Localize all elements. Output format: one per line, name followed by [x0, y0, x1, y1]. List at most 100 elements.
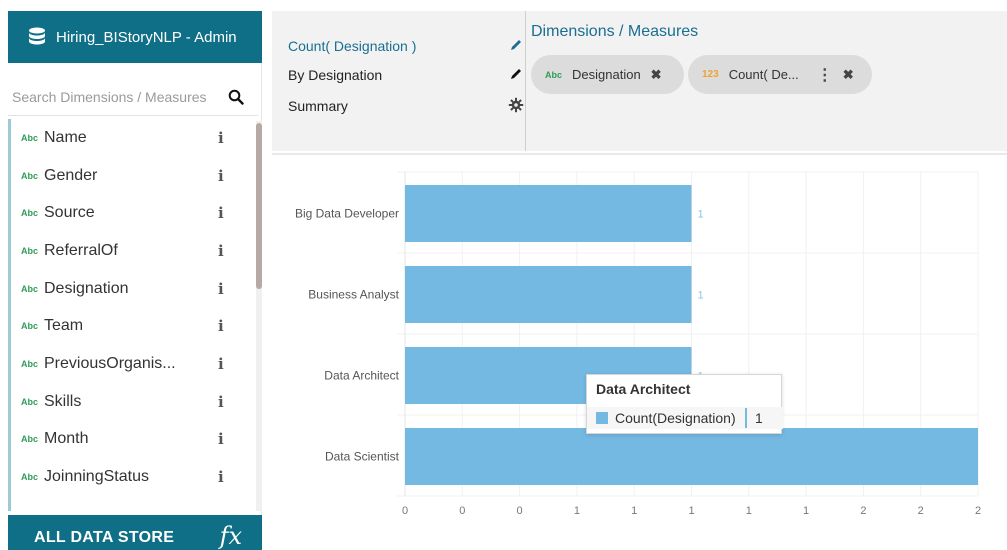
x-tick-label: 1 [803, 505, 809, 517]
field-item-source[interactable]: Abc Source i [11, 194, 254, 232]
info-icon[interactable]: i [218, 242, 224, 260]
tooltip-row: Count(Designation) 1 [587, 407, 783, 429]
bar [405, 428, 978, 485]
dimension-type-tag: Abc [21, 208, 39, 219]
sidebar-scrollbar-thumb[interactable] [256, 123, 262, 289]
field-name: JoinningStatus [44, 468, 149, 486]
category-label: Data Scientist [325, 450, 400, 464]
pill-name: Count( De... [728, 67, 799, 82]
dimensions-measures-panel: Dimensions / Measures Abc Designation ✖ … [531, 11, 1007, 151]
pencil-icon[interactable] [508, 66, 524, 82]
category-label: Big Data Developer [295, 207, 399, 221]
field-name: ReferralOf [44, 241, 118, 259]
data-label: 1 [698, 290, 704, 302]
bar [405, 185, 692, 242]
info-icon[interactable]: i [218, 468, 224, 486]
x-tick-label: 0 [517, 505, 523, 517]
search-icon[interactable] [228, 89, 244, 105]
chart-tooltip: Data Architect Count(Designation) 1 [586, 374, 783, 434]
info-icon[interactable]: i [218, 204, 224, 222]
info-icon[interactable]: i [218, 280, 224, 298]
viz-settings: Count( Designation ) By Designation Summ… [272, 11, 526, 151]
dimension-type-tag: Abc [21, 472, 39, 483]
search-underline [8, 115, 258, 116]
bar-chart: Big Data Developer 1Business Analyst 1Data… [295, 171, 981, 517]
info-icon[interactable]: i [218, 167, 224, 185]
field-item-joinningstatus[interactable]: Abc JoinningStatus i [11, 458, 254, 496]
info-icon[interactable]: i [218, 355, 224, 373]
close-icon[interactable]: ✖ [651, 67, 662, 83]
summary-row[interactable]: Summary [288, 95, 524, 117]
sidebar: Hiring_BIStoryNLP - Admin Abc Name i Abc… [8, 11, 262, 550]
all-data-store-bar[interactable]: ALL DATA STORE fx [8, 515, 262, 550]
x-tick-label: 2 [860, 505, 866, 517]
x-tick-label: 0 [459, 505, 465, 517]
count-designation-pill[interactable]: 123 Count( De... ⋮ ✖ [688, 55, 872, 94]
field-item-referralof[interactable]: Abc ReferralOf i [11, 232, 254, 270]
series-swatch [596, 412, 608, 424]
app-root: Hiring_BIStoryNLP - Admin Abc Name i Abc… [0, 0, 1007, 550]
tooltip-separator [745, 408, 747, 428]
field-item-skills[interactable]: Abc Skills i [11, 383, 254, 421]
x-tick-label: 2 [975, 505, 981, 517]
field-item-previousorganisation[interactable]: Abc PreviousOrganis... i [11, 345, 254, 383]
measure-row[interactable]: Count( Designation ) [288, 35, 521, 57]
formula-icon[interactable]: fx [220, 522, 242, 550]
dimension-type-tag: Abc [21, 170, 39, 181]
field-name: PreviousOrganis... [44, 354, 176, 372]
database-icon [29, 27, 45, 45]
pill-name: Designation [572, 67, 641, 82]
field-name: Skills [44, 392, 82, 410]
field-name: Gender [44, 166, 98, 184]
x-tick-label: 1 [574, 505, 580, 517]
dimension-type-tag: Abc [21, 132, 39, 143]
datastore-title: Hiring_BIStoryNLP - Admin [56, 28, 237, 46]
search-row [8, 83, 262, 111]
tooltip-value: 1 [755, 410, 763, 426]
bar [405, 266, 692, 323]
field-name: Designation [44, 279, 129, 297]
info-icon[interactable]: i [218, 317, 224, 335]
dimension-type-tag: Abc [21, 358, 39, 369]
chart-area: Big Data Developer 1 Business Analyst 1 Data… [272, 158, 1007, 550]
dimension-type-tag: Abc [21, 283, 39, 294]
info-icon[interactable]: i [218, 129, 224, 147]
dimensions-measures-title: Dimensions / Measures [531, 23, 699, 40]
summary-label: Summary [288, 98, 348, 114]
dimension-type-tag: Abc [21, 434, 39, 445]
tooltip-title: Data Architect [596, 381, 691, 397]
field-item-gender[interactable]: Abc Gender i [11, 157, 254, 195]
info-icon[interactable]: i [218, 393, 224, 411]
sidebar-header[interactable]: Hiring_BIStoryNLP - Admin [8, 11, 262, 63]
field-name: Name [44, 128, 87, 146]
dimension-type-tag: Abc [21, 396, 39, 407]
info-icon[interactable]: i [218, 430, 224, 448]
panel-divider [272, 153, 1007, 155]
dimension-type-tag: Abc [21, 321, 39, 332]
data-label: 1 [698, 209, 704, 221]
close-icon[interactable]: ✖ [843, 67, 854, 83]
category-label: Business Analyst [308, 288, 399, 302]
measure-label: Count( Designation ) [288, 38, 417, 54]
pencil-icon[interactable] [508, 37, 524, 53]
x-tick-label: 0 [402, 505, 408, 517]
search-input[interactable] [12, 89, 226, 105]
gear-icon[interactable] [508, 97, 524, 113]
x-tick-label: 1 [746, 505, 752, 517]
field-item-month[interactable]: Abc Month i [11, 421, 254, 459]
tooltip-series-name: Count(Designation) [615, 410, 736, 426]
field-item-designation[interactable]: Abc Designation i [11, 270, 254, 308]
field-item-team[interactable]: Abc Team i [11, 307, 254, 345]
all-data-store-label: ALL DATA STORE [34, 529, 175, 546]
designation-pill[interactable]: Abc Designation ✖ [531, 55, 684, 94]
config-panel: Count( Designation ) By Designation Summ… [272, 11, 1007, 151]
dimension-row[interactable]: By Designation [288, 64, 521, 86]
dimension-type-tag: Abc [21, 245, 39, 256]
x-tick-label: 1 [688, 505, 694, 517]
category-label: Data Architect [324, 369, 399, 383]
field-item-name[interactable]: Abc Name i [11, 119, 254, 157]
more-options-icon[interactable]: ⋮ [817, 65, 833, 85]
field-name: Source [44, 204, 95, 222]
measure-type-tag: 123 [702, 69, 719, 80]
field-list: Abc Name i Abc Gender i Abc Source i Abc… [8, 119, 254, 511]
